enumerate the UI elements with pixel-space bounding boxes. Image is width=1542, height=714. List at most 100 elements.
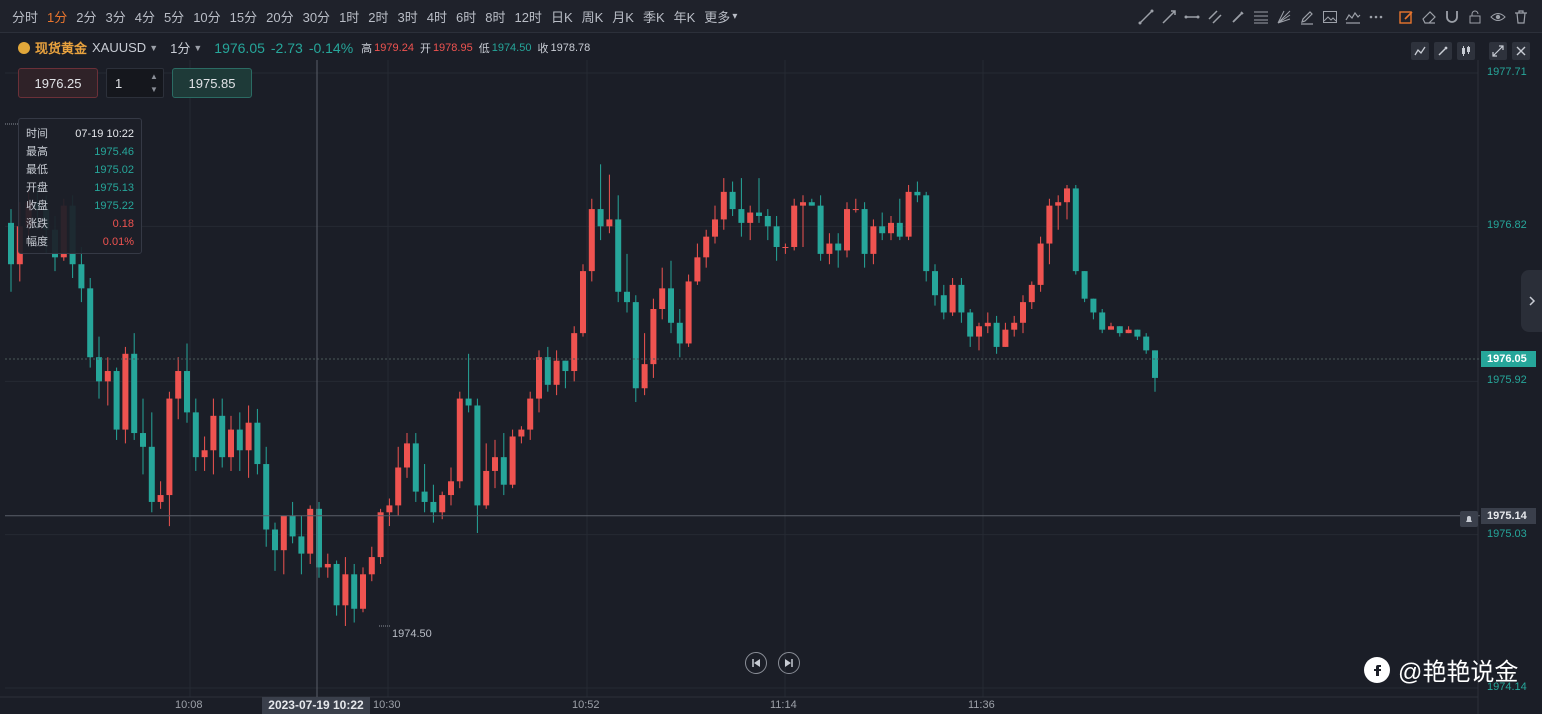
increment-icon[interactable]: ▲ bbox=[149, 72, 159, 82]
candle[interactable] bbox=[896, 198, 903, 241]
candle[interactable] bbox=[201, 436, 208, 471]
candle[interactable] bbox=[738, 178, 745, 237]
candle[interactable] bbox=[483, 443, 490, 509]
candle[interactable] bbox=[386, 498, 393, 527]
candle[interactable] bbox=[703, 229, 710, 268]
candle[interactable] bbox=[421, 464, 428, 513]
candle[interactable] bbox=[861, 202, 868, 268]
candle[interactable] bbox=[254, 408, 261, 475]
candle[interactable] bbox=[826, 233, 833, 265]
candle[interactable] bbox=[1152, 350, 1158, 392]
candle[interactable] bbox=[272, 522, 278, 571]
scroll-right-button[interactable] bbox=[778, 652, 800, 674]
candle[interactable] bbox=[1064, 184, 1070, 220]
quantity-stepper[interactable]: 1 ▲ ▼ bbox=[106, 68, 164, 98]
candle[interactable] bbox=[923, 191, 930, 282]
candle[interactable] bbox=[184, 343, 190, 423]
candle[interactable] bbox=[553, 350, 560, 396]
candle[interactable] bbox=[527, 391, 534, 440]
candle[interactable] bbox=[914, 181, 921, 203]
candle[interactable] bbox=[993, 315, 1000, 354]
candle[interactable] bbox=[949, 278, 956, 316]
candle[interactable] bbox=[140, 398, 146, 475]
candle[interactable] bbox=[1020, 295, 1026, 334]
candle[interactable] bbox=[333, 560, 340, 616]
candle[interactable] bbox=[694, 243, 701, 285]
candle[interactable] bbox=[1108, 322, 1114, 330]
candlestick-chart[interactable] bbox=[0, 0, 1542, 714]
candle[interactable] bbox=[148, 412, 155, 513]
candle[interactable] bbox=[1081, 271, 1088, 303]
candle[interactable] bbox=[280, 515, 287, 575]
candle[interactable] bbox=[571, 326, 578, 382]
candle[interactable] bbox=[395, 446, 402, 516]
candle[interactable] bbox=[263, 446, 270, 547]
candle[interactable] bbox=[78, 246, 85, 303]
candle[interactable] bbox=[157, 481, 164, 509]
candle[interactable] bbox=[844, 202, 850, 258]
candle[interactable] bbox=[175, 357, 182, 420]
candle[interactable] bbox=[166, 391, 173, 527]
candle[interactable] bbox=[685, 274, 692, 347]
candle[interactable] bbox=[606, 174, 613, 234]
candle[interactable] bbox=[1072, 184, 1079, 275]
candle[interactable] bbox=[967, 309, 974, 347]
candle[interactable] bbox=[404, 433, 410, 478]
candle[interactable] bbox=[448, 467, 454, 506]
candle[interactable] bbox=[852, 198, 859, 213]
candle[interactable] bbox=[905, 184, 912, 241]
candle[interactable] bbox=[1143, 333, 1150, 354]
candle[interactable] bbox=[1011, 315, 1018, 337]
candle[interactable] bbox=[615, 195, 622, 303]
buy-button[interactable]: 1975.85 bbox=[172, 68, 252, 98]
candle[interactable] bbox=[456, 391, 463, 489]
candle[interactable] bbox=[377, 508, 384, 564]
candle[interactable] bbox=[1099, 309, 1106, 334]
candle[interactable] bbox=[509, 429, 516, 489]
price-axis[interactable]: 1977.71 1976.82 1975.92 1975.03 1974.14 1976.… bbox=[1480, 60, 1542, 714]
candle[interactable] bbox=[729, 181, 736, 216]
candle[interactable] bbox=[518, 426, 525, 444]
candle[interactable] bbox=[597, 164, 604, 241]
candle[interactable] bbox=[228, 415, 234, 471]
price-alert-bell-icon[interactable] bbox=[1460, 511, 1478, 527]
candle[interactable] bbox=[800, 195, 806, 247]
candle[interactable] bbox=[465, 353, 472, 413]
candle[interactable] bbox=[791, 198, 798, 251]
candle[interactable] bbox=[8, 209, 14, 292]
candle[interactable] bbox=[298, 515, 305, 575]
candle[interactable] bbox=[245, 405, 252, 478]
candle[interactable] bbox=[1055, 195, 1062, 230]
candle[interactable] bbox=[1116, 326, 1123, 337]
candle[interactable] bbox=[96, 336, 102, 399]
quantity-value[interactable]: 1 bbox=[115, 76, 122, 91]
candle[interactable] bbox=[236, 412, 243, 471]
candle[interactable] bbox=[474, 398, 481, 533]
candle[interactable] bbox=[131, 333, 138, 440]
candle[interactable] bbox=[588, 198, 595, 282]
candle[interactable] bbox=[756, 178, 762, 223]
candle[interactable] bbox=[940, 284, 947, 320]
candle[interactable] bbox=[1090, 298, 1097, 320]
candle[interactable] bbox=[1046, 198, 1053, 265]
sell-button[interactable]: 1976.25 bbox=[18, 68, 98, 98]
candle[interactable] bbox=[580, 264, 586, 337]
candle[interactable] bbox=[324, 553, 331, 578]
candle[interactable] bbox=[122, 346, 129, 444]
candle[interactable] bbox=[1125, 326, 1132, 334]
candle[interactable] bbox=[958, 278, 965, 323]
candle[interactable] bbox=[888, 215, 894, 241]
candle[interactable] bbox=[544, 346, 551, 392]
candle[interactable] bbox=[219, 398, 226, 468]
candle[interactable] bbox=[1134, 329, 1141, 341]
candle[interactable] bbox=[764, 209, 771, 241]
candle[interactable] bbox=[289, 501, 296, 544]
candle[interactable] bbox=[879, 212, 886, 241]
candle[interactable] bbox=[492, 439, 498, 489]
candle[interactable] bbox=[1002, 322, 1009, 347]
candle[interactable] bbox=[773, 215, 780, 261]
candle[interactable] bbox=[439, 491, 446, 520]
candle[interactable] bbox=[984, 312, 991, 334]
candle[interactable] bbox=[342, 557, 349, 626]
candle[interactable] bbox=[562, 360, 569, 389]
